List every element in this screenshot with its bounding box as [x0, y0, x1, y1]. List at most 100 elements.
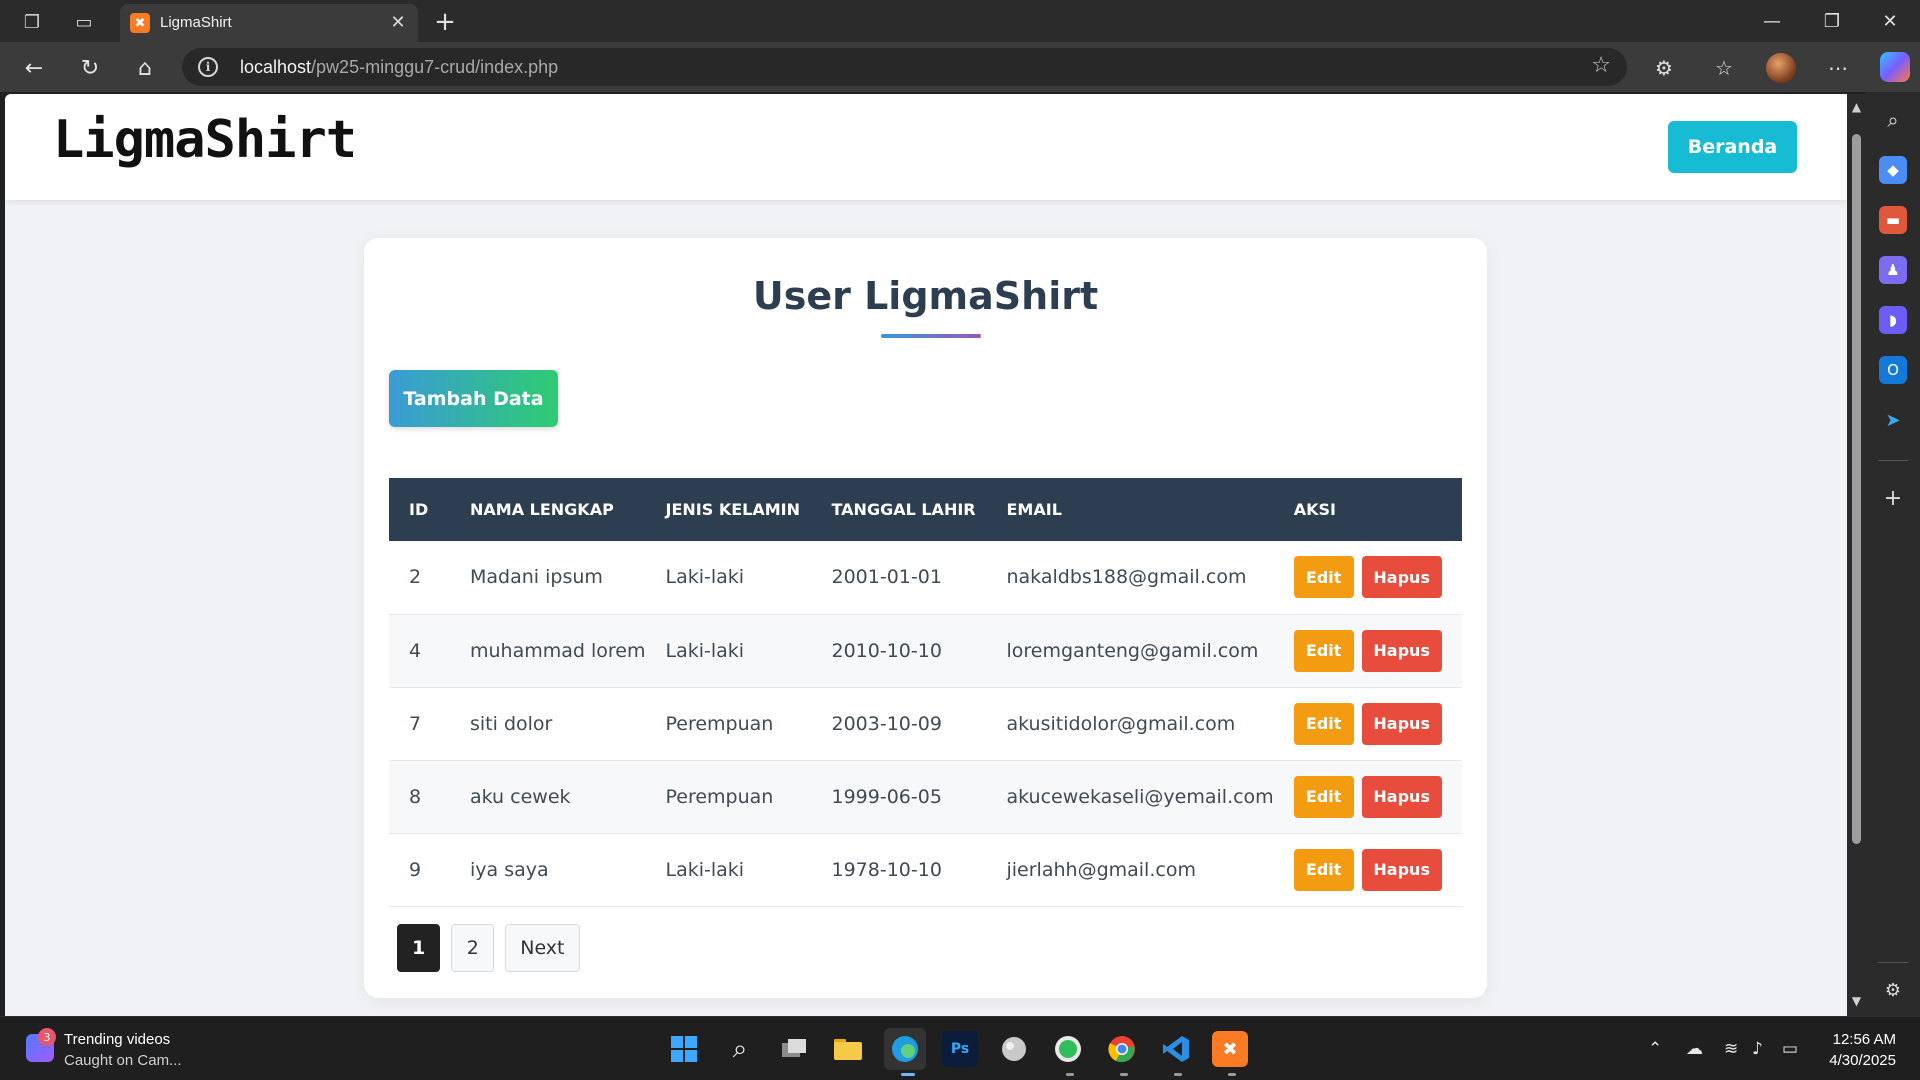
running-app-indicator	[1066, 1073, 1074, 1076]
scroll-down-icon[interactable]: ▼	[1850, 994, 1863, 1008]
tab-actions-icon[interactable]: ▭	[70, 8, 98, 36]
edge-browser-icon[interactable]	[884, 1028, 926, 1070]
column-email: EMAIL	[1006, 500, 1062, 519]
edit-button[interactable]: Edit	[1293, 702, 1354, 745]
hapus-button[interactable]: Hapus	[1361, 702, 1442, 745]
xampp-icon: ✖	[130, 13, 150, 33]
cell-tanggal-lahir: 1978-10-10	[831, 858, 942, 881]
tambah-data-button[interactable]: Tambah Data	[389, 370, 558, 427]
hapus-button[interactable]: Hapus	[1361, 775, 1442, 818]
table-row: 8 aku cewek Perempuan 1999-06-05 akucewe…	[389, 760, 1462, 833]
more-options-icon[interactable]: ⋯	[1822, 52, 1854, 84]
widget-title[interactable]: Trending videos	[64, 1031, 170, 1048]
next-page-link[interactable]: Next	[505, 924, 580, 972]
copilot-sidebar-icon[interactable]: ◗	[1879, 306, 1907, 334]
xampp-icon[interactable]: ✖	[1212, 1031, 1248, 1067]
page-1-link[interactable]: 1	[397, 924, 441, 972]
table-row: 4 muhammad lorem Laki-laki 2010-10-10 lo…	[389, 614, 1462, 687]
add-icon[interactable]: +	[1879, 484, 1907, 512]
photoshop-icon[interactable]: Ps	[942, 1031, 978, 1067]
file-explorer-icon[interactable]	[830, 1031, 866, 1067]
beranda-button[interactable]: Beranda	[1668, 121, 1797, 173]
minimize-icon[interactable]: —	[1742, 0, 1802, 42]
restore-icon[interactable]: ❐	[1802, 0, 1862, 42]
widget-subtitle[interactable]: Caught on Cam...	[64, 1052, 182, 1069]
task-view-icon[interactable]	[776, 1031, 812, 1067]
column-jenis-kelamin: JENIS KELAMIN	[665, 500, 801, 519]
wifi-icon[interactable]: ≋	[1724, 1039, 1738, 1059]
volume-icon[interactable]: ♪	[1752, 1039, 1763, 1059]
column-aksi: AKSI	[1293, 500, 1336, 519]
hapus-button[interactable]: Hapus	[1361, 848, 1442, 891]
page-scrollbar[interactable]: ▲ ▼	[1847, 94, 1866, 1016]
scroll-up-icon[interactable]: ▲	[1850, 100, 1863, 114]
send-icon[interactable]: ➤	[1879, 406, 1907, 434]
favorites-icon[interactable]: ☆	[1708, 52, 1740, 84]
edit-button[interactable]: Edit	[1293, 629, 1354, 672]
cell-jenis-kelamin: Laki-laki	[665, 858, 745, 881]
scrollbar-thumb[interactable]	[1852, 134, 1861, 844]
site-info-icon[interactable]: i	[198, 57, 218, 77]
page-2-link[interactable]: 2	[451, 924, 495, 972]
cell-tanggal-lahir: 1999-06-05	[831, 785, 942, 808]
active-app-indicator	[901, 1073, 915, 1076]
url-path: /pw25-minggu7-crud/index.php	[311, 57, 559, 77]
home-icon[interactable]: ⌂	[129, 52, 161, 84]
outlook-icon[interactable]: O	[1879, 356, 1907, 384]
hapus-button[interactable]: Hapus	[1361, 556, 1442, 599]
cell-tanggal-lahir: 2003-10-09	[831, 712, 942, 735]
running-app-indicator	[1120, 1073, 1128, 1076]
cell-jenis-kelamin: Laki-laki	[665, 566, 745, 589]
browser-toolbar: ← ↻ ⌂ i localhost/pw25-minggu7-crud/inde…	[0, 42, 1920, 92]
favorite-star-icon[interactable]: ☆	[1591, 53, 1611, 78]
vscode-icon[interactable]	[1158, 1031, 1194, 1067]
edit-button[interactable]: Edit	[1293, 848, 1354, 891]
cell-nama: iya saya	[470, 858, 549, 881]
address-bar[interactable]: i localhost/pw25-minggu7-crud/index.php …	[182, 48, 1627, 86]
cell-jenis-kelamin: Perempuan	[665, 712, 774, 735]
start-windows-icon[interactable]	[666, 1031, 702, 1067]
url-text: localhost/pw25-minggu7-crud/index.php	[240, 57, 558, 78]
onedrive-cloud-icon[interactable]: ☁	[1686, 1039, 1703, 1059]
chrome-icon[interactable]	[1104, 1031, 1140, 1067]
back-icon[interactable]: ←	[18, 52, 50, 84]
pagination: 1 2 Next	[397, 924, 580, 972]
settings-gear-icon[interactable]: ⚙	[1879, 976, 1907, 1004]
app-sphere-icon[interactable]	[996, 1031, 1032, 1067]
battery-icon[interactable]: ▭	[1782, 1039, 1798, 1059]
hapus-button[interactable]: Hapus	[1361, 629, 1442, 672]
search-icon[interactable]: ⌕	[722, 1031, 758, 1067]
edit-button[interactable]: Edit	[1293, 556, 1354, 599]
cell-email: jierlahh@gmail.com	[1006, 858, 1196, 881]
whatsapp-icon[interactable]	[1050, 1031, 1086, 1067]
clock-date[interactable]: 4/30/2025	[1829, 1052, 1896, 1069]
table-row: 7 siti dolor Perempuan 2003-10-09 akusit…	[389, 687, 1462, 760]
search-icon[interactable]: ⌕	[1879, 106, 1907, 134]
copilot-icon[interactable]	[1880, 52, 1910, 82]
cell-email: loremganteng@gamil.com	[1006, 639, 1259, 662]
site-logo[interactable]: LigmaShirt	[53, 110, 357, 170]
user-card: User LigmaShirt Tambah Data ID NAMA LENG…	[364, 238, 1487, 998]
extensions-icon[interactable]: ⚙	[1648, 52, 1680, 84]
reload-icon[interactable]: ↻	[74, 52, 106, 84]
cell-nama: siti dolor	[470, 712, 553, 735]
profile-avatar[interactable]	[1766, 53, 1796, 83]
close-window-icon[interactable]: ✕	[1860, 0, 1920, 42]
cell-id: 9	[409, 858, 422, 881]
cell-nama: aku cewek	[470, 785, 571, 808]
browser-tabbar: ❐ ▭ ✖ LigmaShirt ✕ + — ❐ ✕	[0, 0, 1920, 42]
column-tanggal-lahir: TANGGAL LAHIR	[831, 500, 976, 519]
column-id: ID	[409, 500, 429, 519]
workspaces-icon[interactable]: ❐	[18, 8, 46, 36]
shopping-tag-icon[interactable]: ◆	[1879, 156, 1907, 184]
edit-button[interactable]: Edit	[1293, 775, 1354, 818]
games-icon[interactable]: ♟	[1879, 256, 1907, 284]
tools-icon[interactable]: ▬	[1879, 206, 1907, 234]
browser-tab[interactable]: ✖ LigmaShirt ✕	[120, 4, 418, 42]
clock-time[interactable]: 12:56 AM	[1833, 1031, 1896, 1048]
chevron-up-icon[interactable]: ⌃	[1648, 1039, 1662, 1059]
close-tab-icon[interactable]: ✕	[386, 10, 410, 34]
new-tab-icon[interactable]: +	[430, 7, 460, 37]
running-app-indicator	[1174, 1073, 1182, 1076]
tab-title: LigmaShirt	[160, 14, 232, 31]
